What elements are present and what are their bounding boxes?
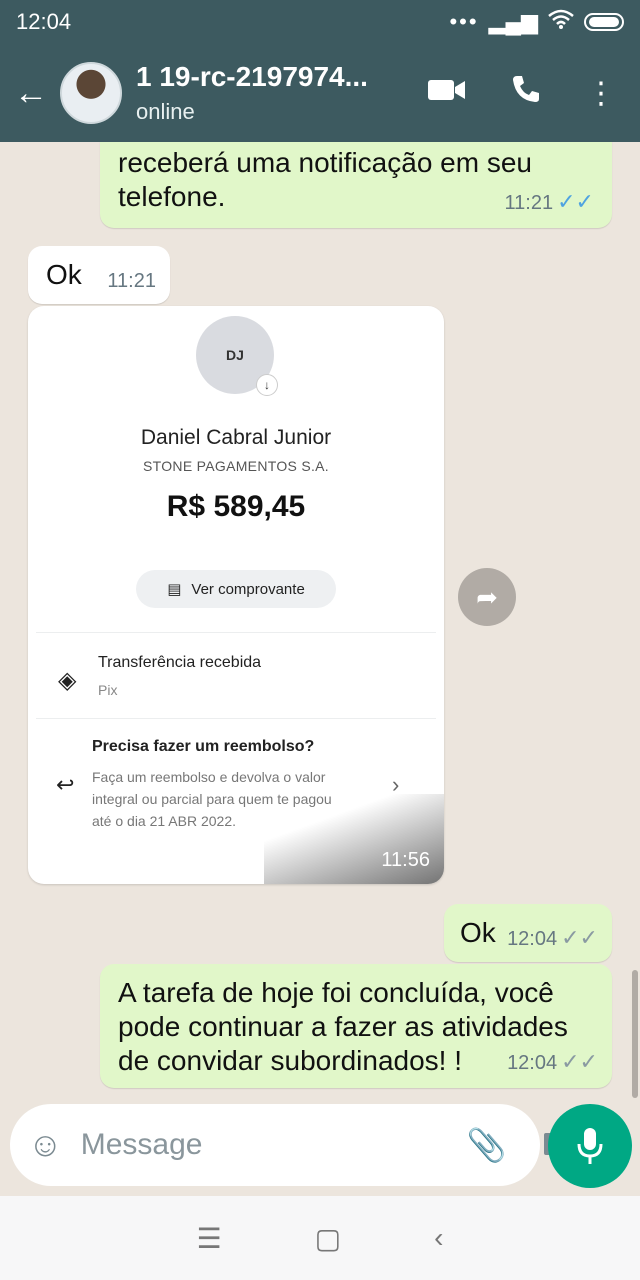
view-receipt-label: Ver comprovante xyxy=(191,580,305,598)
status-time: 12:04 xyxy=(16,9,72,34)
download-icon: ↓ xyxy=(256,374,278,396)
message-outgoing[interactable]: receberá uma notificação em seu telefone… xyxy=(100,142,612,228)
battery-icon xyxy=(584,13,624,31)
delivered-ticks-icon: ✓✓ xyxy=(561,925,598,950)
message-time: 11:21 xyxy=(107,270,156,292)
payment-receipt-image[interactable]: DJ ↓ Daniel Cabral Junior STONE PAGAMENT… xyxy=(28,306,444,884)
message-text-line: receberá uma notificação em seu xyxy=(118,147,532,178)
message-incoming[interactable]: Ok 11:21 xyxy=(28,246,170,304)
menu-icon[interactable]: ☰ xyxy=(197,1222,222,1255)
payer-name: Daniel Cabral Junior xyxy=(140,426,332,449)
message-time: 12:04 xyxy=(507,928,558,950)
voice-call-icon[interactable] xyxy=(510,73,542,113)
forward-icon[interactable]: ➦ xyxy=(458,568,516,626)
refund-icon: ↩ xyxy=(56,772,75,797)
message-text: Ok xyxy=(460,917,496,948)
contact-avatar[interactable] xyxy=(60,62,122,124)
message-outgoing[interactable]: A tarefa de hoje foi concluída, você pod… xyxy=(100,964,612,1088)
refund-text-line: Faça um reembolso e devolva o valor xyxy=(92,769,326,785)
microphone-button[interactable] xyxy=(548,1104,632,1188)
contact-info[interactable]: 1 19-rc-2197974... online xyxy=(136,61,428,125)
emoji-icon[interactable]: ☺ xyxy=(28,1126,63,1165)
message-composer: ☺ 📎 xyxy=(10,1104,578,1186)
divider xyxy=(36,718,436,719)
receipt-icon: ▤ xyxy=(167,581,182,598)
attach-icon[interactable]: 📎 xyxy=(467,1126,507,1164)
message-input[interactable] xyxy=(80,1128,467,1162)
chat-header: ← 1 19-rc-2197974... online ⋮ xyxy=(0,44,640,142)
message-text-line: pode continuar a fazer as atividades xyxy=(118,1011,568,1042)
delivered-ticks-icon: ✓✓ xyxy=(561,1049,598,1074)
payer-initials: DJ xyxy=(226,347,244,363)
read-ticks-icon: ✓✓ xyxy=(557,189,594,214)
back-icon[interactable]: ‹ xyxy=(434,1222,443,1254)
transaction-title: Transferência recebida xyxy=(98,654,262,671)
status-icons: ••• ▂▄▆ xyxy=(449,9,624,35)
transaction-method: Pix xyxy=(98,682,118,698)
message-time: 12:04 xyxy=(507,1052,558,1074)
contact-status: online xyxy=(136,99,195,124)
payer-avatar: DJ ↓ xyxy=(196,316,278,396)
home-icon[interactable]: ▢ xyxy=(315,1222,341,1255)
message-text: Ok xyxy=(46,259,82,290)
refund-title: Precisa fazer um reembolso? xyxy=(92,738,315,755)
wifi-icon xyxy=(548,9,574,35)
payer-institution: STONE PAGAMENTOS S.A. xyxy=(142,458,329,474)
view-receipt-button: ▤ Ver comprovante xyxy=(136,570,336,608)
cell-signal-icon: ▂▄▆ xyxy=(488,9,538,34)
status-bar: 12:04 ••• ▂▄▆ xyxy=(0,0,640,44)
video-call-icon[interactable] xyxy=(428,76,466,110)
scrollbar[interactable] xyxy=(632,970,638,1098)
payment-amount: R$ 589,45 xyxy=(166,490,306,523)
pix-icon: ◈ xyxy=(58,667,77,694)
message-time: 11:21 xyxy=(504,192,554,214)
back-arrow-icon[interactable]: ← xyxy=(14,74,54,113)
chat-area[interactable]: receberá uma notificação em seu telefone… xyxy=(0,142,640,1100)
message-text-line: A tarefa de hoje foi concluída, você xyxy=(118,977,554,1008)
message-outgoing[interactable]: Ok 12:04 ✓✓ xyxy=(444,904,612,962)
more-options-icon[interactable]: ⋮ xyxy=(586,76,616,111)
contact-name: 1 19-rc-2197974... xyxy=(136,61,368,92)
signal-dots-icon: ••• xyxy=(449,9,479,34)
divider xyxy=(36,632,436,633)
system-nav-bar: ☰ ▢ ‹ xyxy=(0,1196,640,1280)
message-time: 11:56 xyxy=(381,849,430,871)
